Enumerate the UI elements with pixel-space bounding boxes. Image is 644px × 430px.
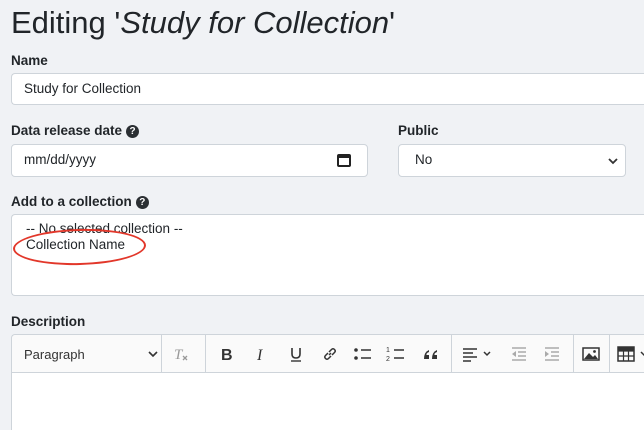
- svg-text:B: B: [221, 347, 233, 362]
- align-icon[interactable]: [458, 335, 498, 373]
- link-icon[interactable]: [318, 335, 342, 373]
- block-quote-icon[interactable]: [418, 335, 444, 373]
- toolbar-separator: [609, 335, 610, 373]
- remove-format-icon[interactable]: T: [168, 335, 194, 373]
- question-circle-icon[interactable]: ?: [126, 125, 140, 138]
- collection-label-text: Add to a collection: [11, 194, 132, 209]
- release-date-input[interactable]: mm/dd/yyyy: [11, 144, 368, 177]
- toolbar-separator: [205, 335, 206, 373]
- collection-listbox[interactable]: -- No selected collection -- Collection …: [11, 214, 644, 296]
- heading-select[interactable]: Paragraph: [24, 335, 160, 373]
- svg-text:2: 2: [386, 356, 390, 363]
- collection-option-collection-name[interactable]: Collection Name: [26, 237, 637, 253]
- italic-icon[interactable]: I: [250, 335, 274, 373]
- editor-toolbar: Paragraph T B I 12: [12, 335, 644, 373]
- page-title-study-name: Study for Collection: [120, 5, 390, 40]
- indent-icon[interactable]: [539, 335, 565, 373]
- release-date-placeholder: mm/dd/yyyy: [24, 152, 97, 167]
- name-input[interactable]: Study for Collection: [11, 73, 644, 105]
- release-date-label: Data release date?: [11, 122, 140, 140]
- bold-icon[interactable]: B: [215, 335, 239, 373]
- calendar-icon[interactable]: [337, 154, 351, 167]
- underline-icon[interactable]: [284, 335, 308, 373]
- svg-text:I: I: [256, 347, 263, 362]
- description-editor: Paragraph T B I 12: [11, 334, 644, 430]
- svg-text:T: T: [174, 347, 184, 362]
- chevron-down-icon: [608, 158, 618, 165]
- page-title: Editing 'Study for Collection': [11, 3, 395, 43]
- heading-select-value: Paragraph: [24, 346, 85, 362]
- table-icon[interactable]: [614, 335, 644, 373]
- outdent-icon[interactable]: [506, 335, 532, 373]
- bulleted-list-icon[interactable]: [351, 335, 375, 373]
- svg-text:1: 1: [386, 347, 390, 354]
- public-select[interactable]: No: [398, 144, 626, 177]
- description-label: Description: [11, 314, 86, 329]
- edit-study-page: Editing 'Study for Collection' Name Stud…: [0, 0, 644, 430]
- page-title-prefix: Editing ': [11, 5, 121, 40]
- toolbar-separator: [573, 335, 574, 373]
- page-title-suffix: ': [389, 5, 396, 40]
- description-text-area[interactable]: [12, 373, 644, 430]
- question-circle-icon[interactable]: ?: [135, 196, 149, 209]
- collection-label: Add to a collection?: [11, 193, 149, 211]
- name-input-value: Study for Collection: [24, 81, 142, 96]
- toolbar-separator: [451, 335, 452, 373]
- release-date-label-text: Data release date: [11, 123, 123, 138]
- name-label: Name: [11, 53, 48, 68]
- public-label: Public: [398, 123, 439, 138]
- collection-option-none[interactable]: -- No selected collection --: [26, 221, 637, 237]
- numbered-list-icon[interactable]: 12: [384, 335, 408, 373]
- chevron-down-icon: [148, 351, 158, 358]
- image-icon[interactable]: [578, 335, 604, 373]
- public-select-value: No: [415, 152, 433, 167]
- toolbar-separator: [161, 335, 162, 373]
